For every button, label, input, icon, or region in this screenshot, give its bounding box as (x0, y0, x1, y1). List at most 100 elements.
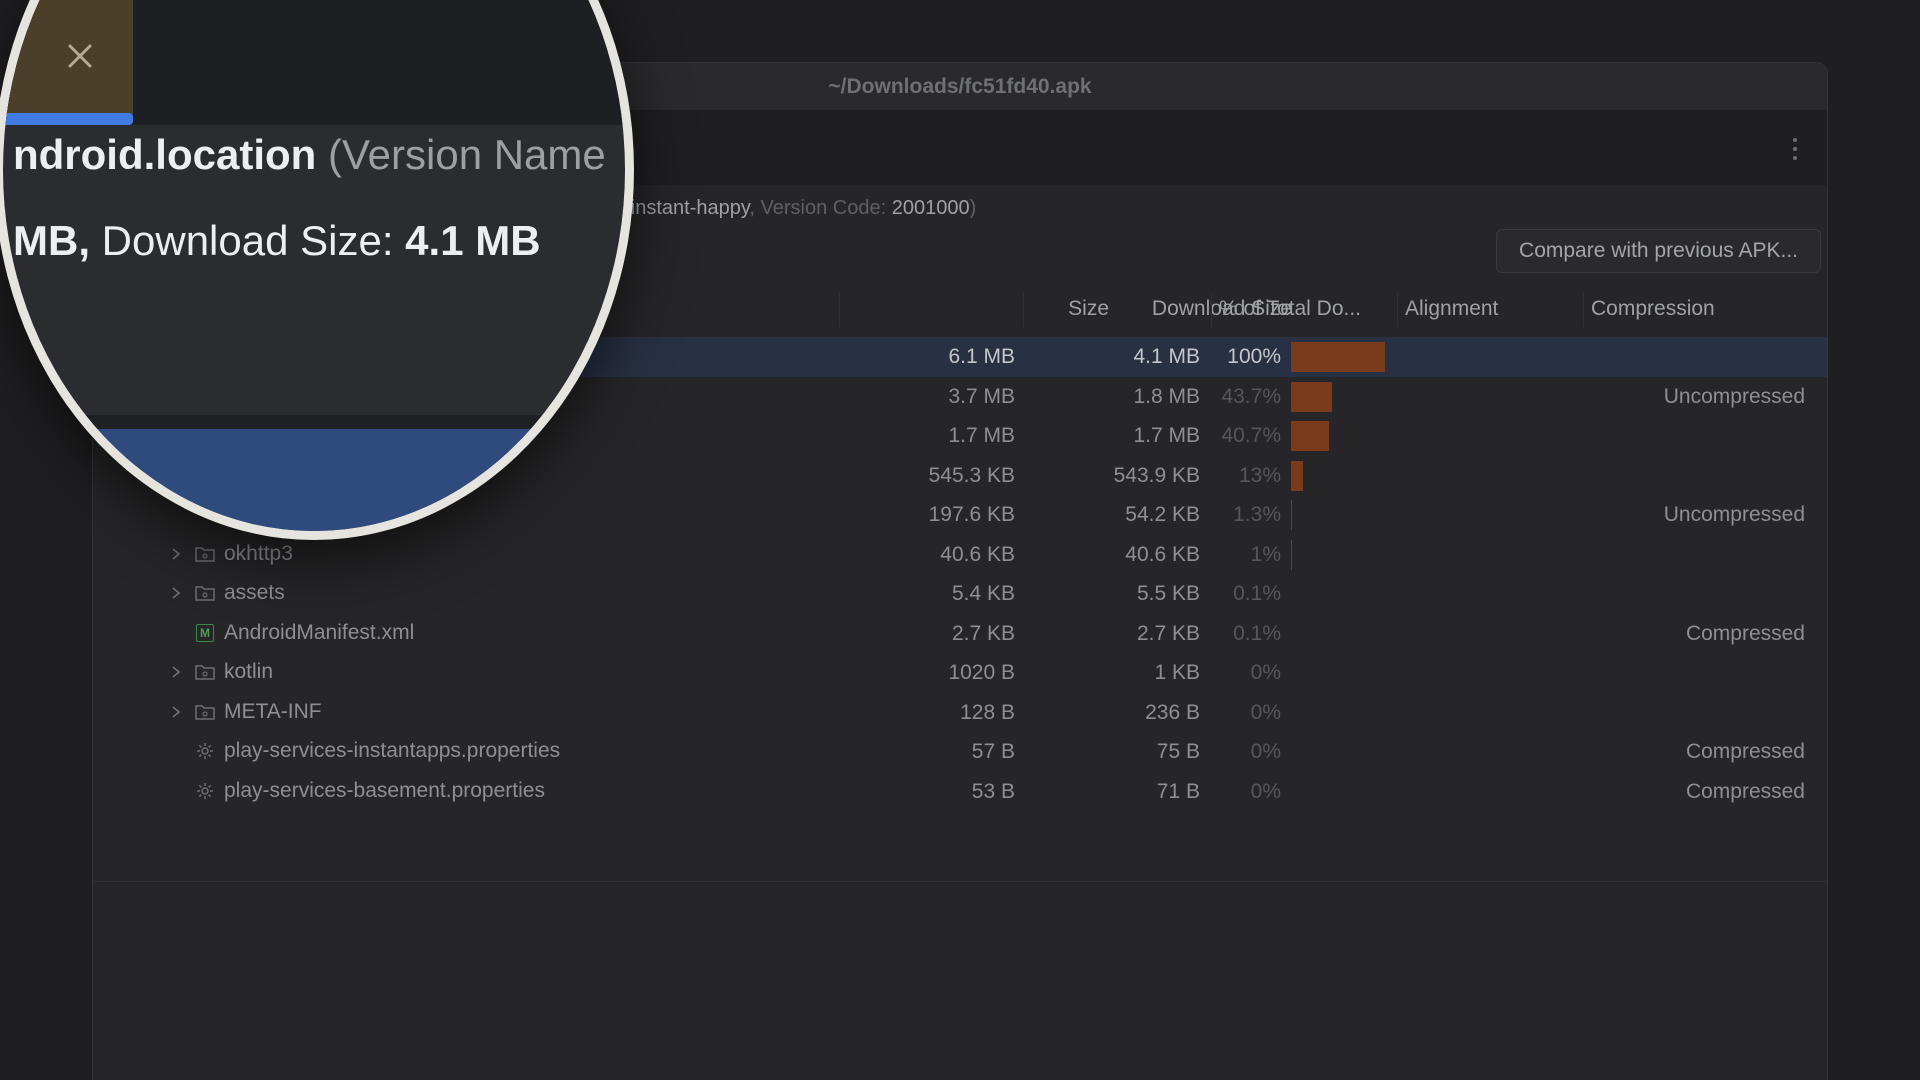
row-size: 53 B (971, 779, 1015, 803)
row-size: 57 B (971, 740, 1015, 763)
row-percent-bar (1291, 460, 1303, 491)
row-compression: Compressed (1685, 779, 1805, 803)
row-name-cell: play-services-instantapps.properties (165, 739, 560, 763)
magnified-size-line: MB, Download Size: 4.1 MB (13, 217, 541, 265)
active-tab-indicator (3, 113, 133, 125)
magnified-size-text: MB, (13, 217, 90, 264)
magnified-tab-bar (3, 0, 625, 125)
gear-icon (193, 740, 217, 762)
table-row[interactable]: play-services-basement.properties 53 B 71 … (93, 772, 1827, 812)
magnified-app-id: ndroid.location (13, 131, 317, 178)
row-percent: 0.1% (1233, 582, 1281, 605)
row-size: 1.7 MB (948, 424, 1015, 447)
row-download-size: 54.2 KB (1125, 503, 1200, 526)
row-percent-bar (1291, 421, 1329, 451)
row-percent: 0% (1250, 700, 1281, 724)
magnified-app-line: ndroid.location (Version Name (13, 131, 606, 179)
more-options-icon[interactable] (1787, 135, 1803, 163)
row-download-size: 543.9 KB (1113, 463, 1200, 487)
magnified-version-name-label: (Version Name (327, 131, 606, 178)
column-percent-total[interactable]: % of Total Do... (1219, 297, 1361, 321)
row-compression: Uncompressed (1663, 503, 1805, 526)
row-percent: 1.3% (1233, 503, 1281, 526)
compare-with-previous-apk-button[interactable]: Compare with previous APK... (1496, 229, 1821, 273)
table-row[interactable]: play-services-instantapps.properties 57 B… (93, 732, 1827, 772)
table-row[interactable]: META-INF 128 B 236 B 0% (93, 693, 1827, 733)
row-download-size: 75 B (1156, 740, 1200, 763)
row-name-cell: okhttp3 (165, 542, 293, 566)
table-row[interactable]: okhttp3 40.6 KB 40.6 KB 1% (93, 535, 1827, 575)
row-download-size: 236 B (1145, 700, 1200, 724)
magnified-download-value: 4.1 MB (405, 217, 541, 264)
column-alignment[interactable]: Alignment (1405, 297, 1498, 321)
row-compression: Compressed (1685, 740, 1805, 763)
row-percent: 0% (1250, 779, 1281, 803)
row-percent: 0.1% (1233, 621, 1281, 645)
row-size: 5.4 KB (951, 582, 1015, 605)
row-download-size: 1.8 MB (1133, 384, 1200, 408)
row-percent: 0% (1250, 661, 1281, 684)
row-download-size: 4.1 MB (1133, 345, 1200, 368)
row-name: play-services-instantapps.properties (224, 739, 561, 762)
row-name: kotlin (224, 660, 274, 683)
row-download-size: 40.6 KB (1125, 542, 1200, 566)
chevron-right-icon[interactable] (165, 543, 187, 565)
row-compression: Uncompressed (1663, 384, 1805, 408)
table-row[interactable]: kotlin 1020 B 1 KB 0% (93, 653, 1827, 693)
row-percent: 0% (1250, 740, 1281, 763)
row-compression: Compressed (1685, 621, 1805, 645)
row-percent: 100% (1227, 345, 1281, 368)
row-name-cell: assets (165, 581, 285, 605)
row-download-size: 5.5 KB (1136, 582, 1200, 605)
folder-icon (193, 543, 217, 565)
manifest-icon: M (193, 622, 217, 644)
row-download-size: 1.7 MB (1133, 424, 1200, 447)
row-size: 6.1 MB (948, 345, 1015, 368)
version-code-label: Version Code: (760, 197, 887, 219)
table-row[interactable]: M AndroidManifest.xml 2.7 KB 2.7 KB 0.1% Comp… (93, 614, 1827, 654)
row-name-cell: META-INF (165, 700, 322, 724)
row-percent: 13% (1238, 463, 1281, 487)
magnified-download-label: Download Size: (101, 217, 394, 264)
row-percent-bar (1291, 539, 1292, 570)
row-download-size: 2.7 KB (1136, 621, 1200, 645)
chevron-right-icon[interactable] (165, 661, 187, 683)
column-compression[interactable]: Compression (1591, 297, 1715, 321)
summary-line: 0-instant-happy, Version Code: 2001000) (613, 197, 977, 219)
row-percent-bar (1291, 381, 1332, 412)
window-title: ~/Downloads/fc51fd40.apk (828, 74, 1092, 98)
row-size: 1020 B (948, 661, 1015, 684)
row-percent: 40.7% (1221, 424, 1281, 447)
gear-icon (193, 780, 217, 802)
row-name-cell: M AndroidManifest.xml (165, 621, 414, 645)
row-size: 40.6 KB (940, 542, 1015, 566)
row-size: 2.7 KB (951, 621, 1015, 645)
row-name: AndroidManifest.xml (224, 620, 415, 644)
chevron-right-icon[interactable] (165, 701, 187, 723)
row-percent: 1% (1250, 542, 1281, 566)
row-name: assets (224, 581, 285, 604)
row-download-size: 71 B (1156, 779, 1200, 803)
column-size[interactable]: Size (1068, 297, 1109, 321)
row-size: 128 B (960, 700, 1015, 724)
row-percent-bar (1291, 342, 1385, 372)
chevron-right-icon[interactable] (165, 582, 187, 604)
row-name-cell: kotlin (165, 660, 273, 684)
table-bottom-divider (93, 881, 1827, 882)
close-icon[interactable] (65, 41, 95, 71)
row-download-size: 1 KB (1154, 661, 1200, 684)
row-name: okhttp3 (224, 541, 293, 565)
version-code-value: 2001000 (891, 197, 970, 219)
table-row[interactable]: assets 5.4 KB 5.5 KB 0.1% (93, 574, 1827, 614)
row-percent-bar (1291, 500, 1292, 530)
row-percent: 43.7% (1221, 384, 1281, 408)
row-size: 545.3 KB (928, 463, 1015, 487)
row-size: 197.6 KB (928, 503, 1015, 526)
app-id-text: 0-instant-happy (613, 197, 750, 219)
row-name-cell: play-services-basement.properties (165, 779, 545, 803)
magnified-selected-row (3, 429, 625, 531)
folder-icon (193, 701, 217, 723)
folder-icon (193, 582, 217, 604)
folder-icon (193, 661, 217, 683)
row-size: 3.7 MB (948, 384, 1015, 408)
